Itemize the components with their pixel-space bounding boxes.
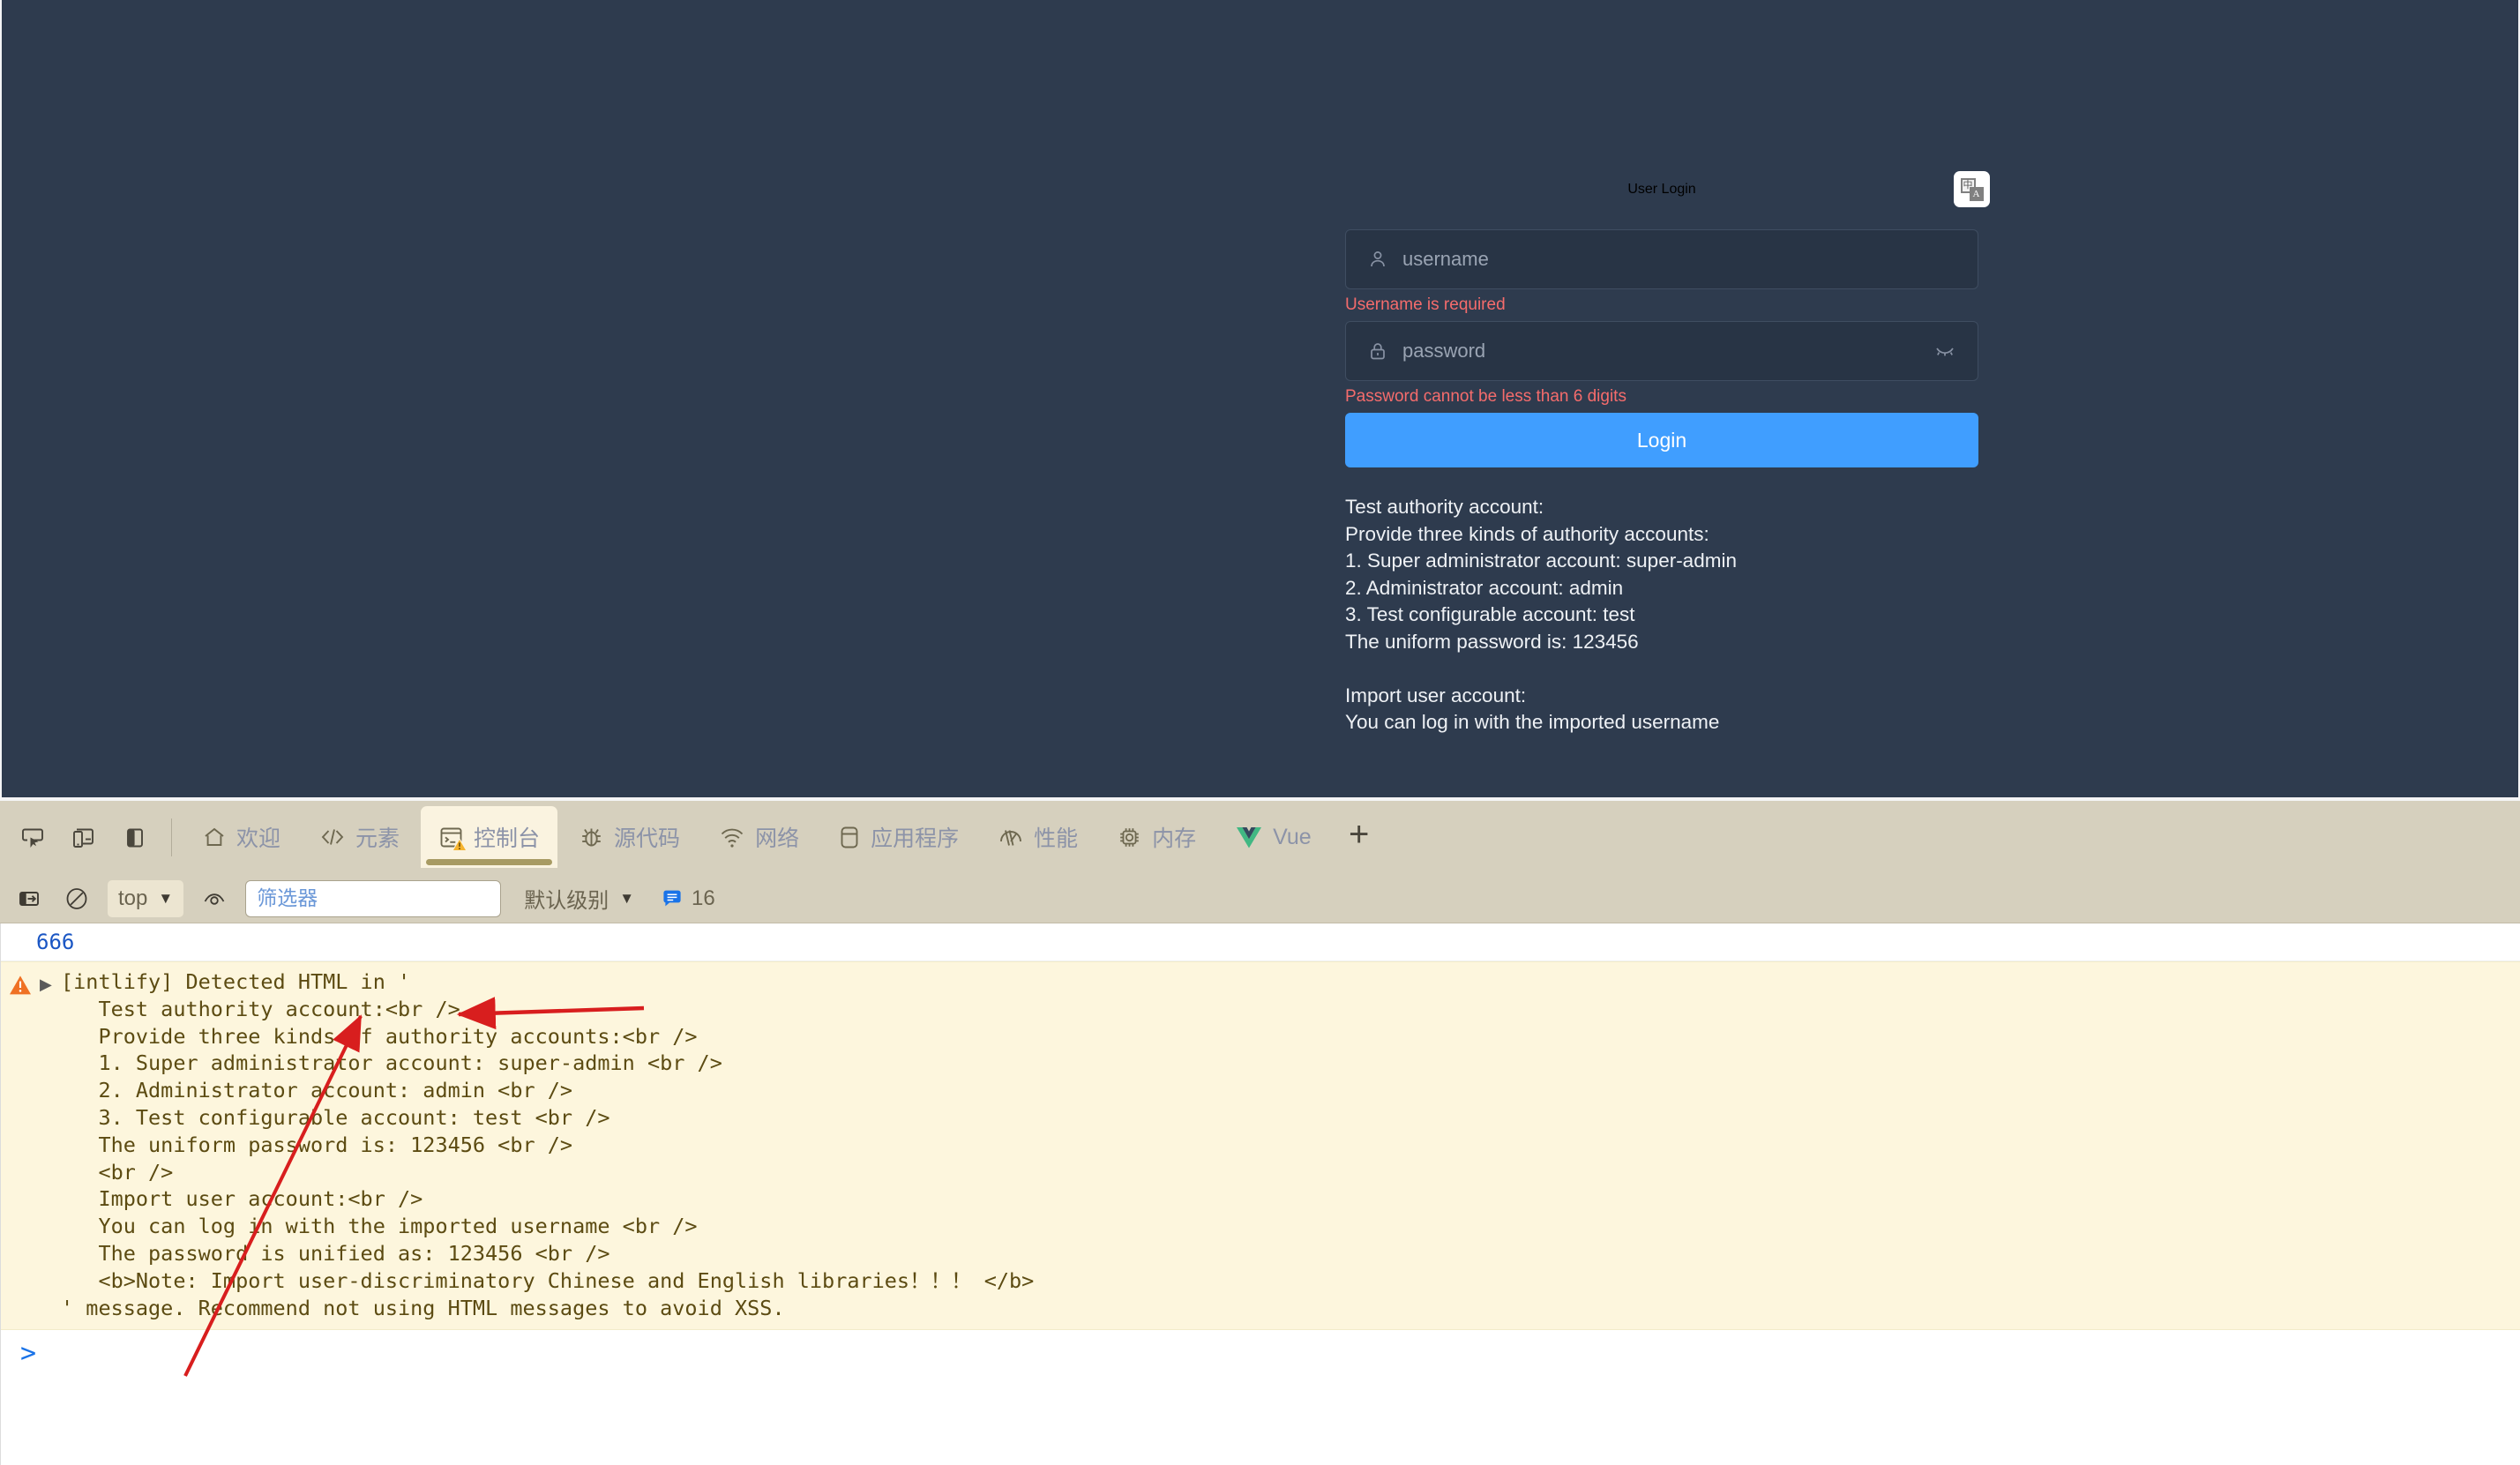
no-entry-icon[interactable] — [60, 882, 93, 916]
execution-context-selector[interactable]: top ▼ — [108, 879, 184, 917]
add-tab-button[interactable]: + — [1331, 801, 1387, 874]
execution-context-value: top — [118, 886, 148, 910]
login-help-text: Test authority account: Provide three ki… — [1345, 496, 1737, 733]
active-tab-underline — [426, 859, 553, 865]
inspect-element-icon[interactable] — [7, 801, 58, 874]
prompt-chevron-icon: > — [20, 1338, 37, 1370]
tabbar-divider — [171, 818, 172, 856]
devtools-tabbar: 欢迎 元素 控制台 源代码 网络 应用程序 性能 内存 Vue + — [0, 801, 2520, 874]
translate-icon-en: A — [1969, 186, 1984, 201]
user-icon — [1365, 249, 1390, 270]
log-level-value: 默认级别 — [524, 889, 609, 913]
log-level-selector[interactable]: 默认级别 ▼ — [524, 883, 634, 914]
console-filter-input[interactable] — [245, 879, 502, 917]
browser-viewport: User Login 中 A Username is required — [0, 0, 2520, 797]
username-error-message: Username is required — [1345, 295, 1506, 314]
login-header: User Login 中 A — [1313, 150, 2010, 229]
devtools-panel: 欢迎 元素 控制台 源代码 网络 应用程序 性能 内存 Vue + top ▼ … — [0, 797, 2520, 1465]
console-prompt-row[interactable]: > — [1, 1330, 2520, 1367]
message-count-value: 16 — [692, 886, 715, 910]
password-field-row[interactable] — [1345, 321, 1978, 381]
database-icon — [838, 825, 861, 850]
code-brackets-icon — [319, 825, 346, 849]
tab-network[interactable]: 网络 — [701, 806, 817, 868]
eye-closed-icon[interactable] — [1932, 340, 1958, 363]
tab-application[interactable]: 应用程序 — [820, 806, 976, 868]
tab-sources-label: 源代码 — [614, 826, 681, 851]
tab-console-label: 控制台 — [474, 826, 541, 851]
tab-performance[interactable]: 性能 — [980, 806, 1095, 868]
tab-welcome[interactable]: 欢迎 — [184, 806, 298, 868]
tab-welcome-label: 欢迎 — [236, 826, 281, 851]
home-icon — [202, 825, 227, 849]
vue-logo-icon — [1235, 825, 1263, 849]
console-warning-row[interactable]: ▶ [intlify] Detected HTML in ' Test auth… — [1, 961, 2520, 1331]
bug-icon — [579, 825, 604, 850]
console-log-row[interactable]: 666 — [1, 923, 2520, 961]
chevron-down-icon: ▼ — [619, 889, 635, 907]
tab-sources[interactable]: 源代码 — [561, 806, 698, 868]
warning-triangle-icon — [1, 968, 40, 1321]
message-bubble-icon — [661, 887, 684, 910]
tab-console[interactable]: 控制台 — [421, 806, 558, 868]
page-title: User Login — [1627, 182, 1696, 197]
tab-memory[interactable]: 内存 — [1099, 806, 1214, 868]
tab-network-label: 网络 — [755, 826, 800, 851]
username-input[interactable] — [1390, 248, 1958, 271]
message-count-badge[interactable]: 16 — [661, 886, 715, 911]
tab-memory-label: 内存 — [1152, 826, 1197, 851]
username-field-row[interactable] — [1345, 229, 1978, 289]
warning-badge — [452, 837, 467, 851]
password-input[interactable] — [1390, 340, 1932, 363]
login-panel: User Login 中 A Username is required — [1313, 0, 2010, 797]
gauge-icon — [998, 825, 1024, 849]
lock-icon — [1365, 340, 1390, 362]
translate-icon: 中 A — [1960, 177, 1984, 201]
chip-icon — [1117, 825, 1142, 850]
console-terminal-icon — [438, 825, 467, 851]
console-output[interactable]: 666 ▶ [intlify] Detected HTML in ' Test … — [0, 923, 2520, 1465]
tab-vue-label: Vue — [1273, 824, 1312, 849]
tab-vue[interactable]: Vue — [1217, 806, 1329, 868]
tab-elements-label: 元素 — [355, 826, 400, 851]
device-toolbar-icon[interactable] — [58, 801, 109, 874]
language-toggle-button[interactable]: 中 A — [1954, 171, 1990, 207]
dock-side-panel-icon[interactable] — [109, 801, 161, 874]
console-filter-toolbar: top ▼ 默认级别 ▼ 16 — [0, 874, 2520, 923]
tab-application-label: 应用程序 — [871, 826, 960, 851]
tab-elements[interactable]: 元素 — [302, 806, 417, 868]
expand-warning-toggle[interactable]: ▶ — [40, 968, 59, 1321]
tab-performance-label: 性能 — [1034, 826, 1079, 851]
chevron-down-icon: ▼ — [158, 889, 174, 907]
wifi-icon — [719, 825, 745, 849]
live-expression-eye-icon[interactable] — [198, 882, 231, 916]
console-warning-text: [intlify] Detected HTML in ' Test author… — [61, 969, 1035, 1320]
password-error-message: Password cannot be less than 6 digits — [1345, 387, 1626, 406]
clear-console-icon[interactable] — [12, 882, 46, 916]
login-button[interactable]: Login — [1345, 413, 1978, 467]
